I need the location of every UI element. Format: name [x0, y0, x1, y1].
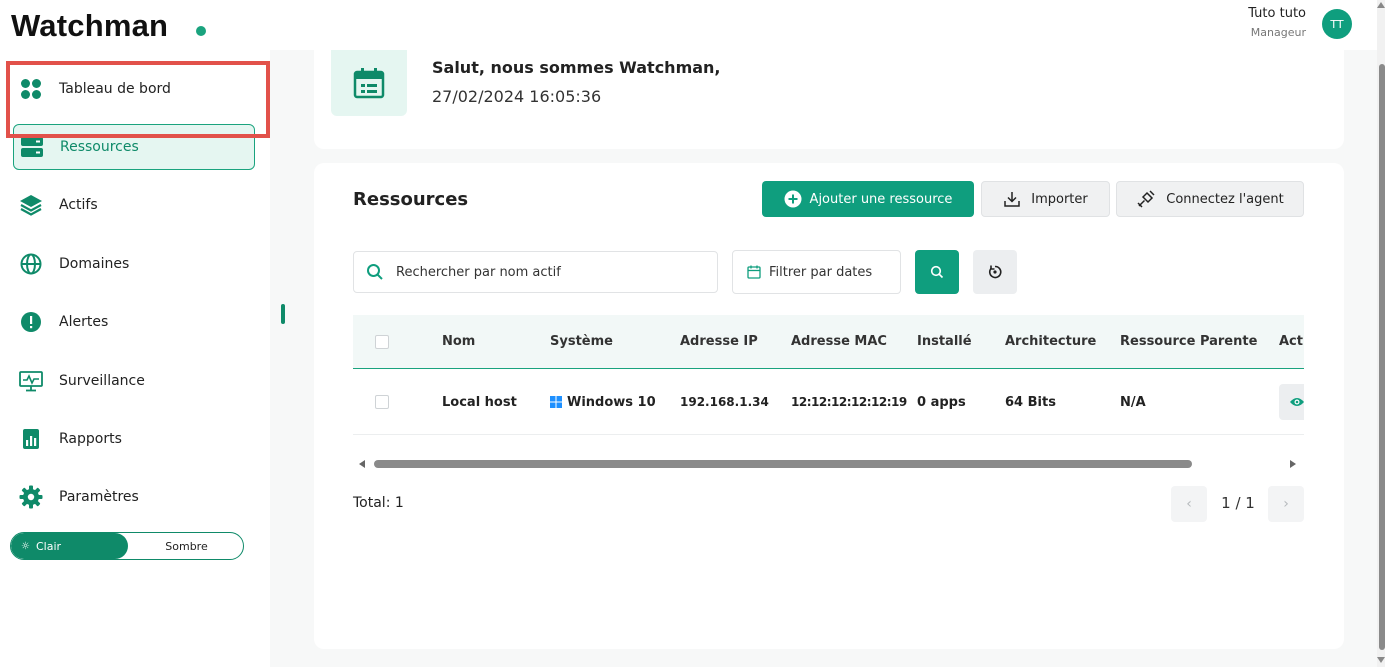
search-placeholder: Rechercher par nom actif [396, 264, 561, 280]
reset-icon [988, 265, 1002, 279]
cell-parent: N/A [1120, 394, 1146, 410]
scroll-up-arrow[interactable] [1377, 2, 1385, 8]
prev-page-button[interactable]: ‹ [1171, 486, 1207, 522]
search-button[interactable] [915, 250, 959, 294]
checkbox[interactable] [375, 334, 389, 349]
page-indicator: 1 / 1 [1221, 494, 1255, 512]
sidebar-item-monitoring[interactable]: Surveillance [13, 358, 255, 404]
windows-icon [550, 396, 562, 408]
row-checkbox[interactable] [375, 370, 389, 434]
sidebar-item-dashboard[interactable]: Tableau de bord [13, 66, 255, 112]
page-scrollbar-thumb[interactable] [1379, 64, 1385, 650]
scroll-left-arrow[interactable] [359, 460, 365, 468]
cell-mac: 12:12:12:12:12:19 [791, 395, 907, 409]
sidebar-item-domains[interactable]: Domaines [13, 241, 255, 287]
system-label: Windows 10 [567, 394, 656, 410]
scroll-down-arrow[interactable] [1377, 657, 1385, 663]
sun-icon: ☼ [21, 540, 30, 552]
search-icon [367, 264, 383, 280]
sidebar-item-label: Ressources [60, 139, 139, 155]
layers-icon [19, 193, 43, 217]
horizontal-scrollbar-thumb[interactable] [374, 460, 1192, 468]
next-page-button[interactable]: › [1268, 486, 1304, 522]
table-header: Nom Système Adresse IP Adresse MAC Insta… [353, 315, 1304, 369]
plus-circle-icon [784, 190, 802, 208]
sidebar-item-label: Domaines [59, 256, 130, 272]
cell-ip: 192.168.1.34 [680, 395, 769, 409]
sidebar-item-label: Surveillance [59, 373, 145, 389]
column-header-architecture[interactable]: Architecture [1005, 315, 1096, 368]
resources-table: Nom Système Adresse IP Adresse MAC Insta… [353, 315, 1304, 436]
reset-button[interactable] [973, 250, 1017, 294]
sidebar-item-settings[interactable]: Paramètres [13, 474, 255, 520]
calendar-small-icon [747, 265, 761, 279]
sidebar-item-label: Paramètres [59, 489, 139, 505]
add-resource-button[interactable]: Ajouter une ressource [762, 181, 974, 217]
column-header-parent[interactable]: Ressource Parente [1120, 315, 1257, 368]
search-icon [930, 265, 944, 279]
theme-toggle[interactable]: ☼ Clair Sombre [10, 532, 244, 560]
total-count: Total: 1 [353, 495, 404, 511]
theme-light-option[interactable]: ☼ Clair [11, 533, 128, 559]
select-all-checkbox[interactable] [375, 315, 389, 368]
greeting-icon-box [331, 50, 407, 116]
column-header-ip[interactable]: Adresse IP [680, 315, 758, 368]
checkbox[interactable] [375, 395, 389, 409]
sidebar-item-label: Tableau de bord [59, 81, 171, 97]
connect-agent-button[interactable]: Connectez l'agent [1116, 181, 1304, 217]
user-name[interactable]: Tuto tuto [1248, 6, 1306, 21]
sidebar-item-alerts[interactable]: Alertes [13, 299, 255, 345]
calendar-icon [353, 68, 385, 99]
greeting-title: Salut, nous sommes Watchman, [432, 58, 721, 77]
date-filter-input[interactable]: Filtrer par dates [732, 250, 901, 294]
alert-icon [19, 310, 43, 334]
monitor-chart-icon [19, 369, 43, 393]
sidebar: Tableau de bord Ressources Actifs Domain… [0, 50, 270, 667]
sidebar-item-assets[interactable]: Actifs [13, 182, 255, 228]
server-icon [20, 135, 44, 159]
avatar[interactable]: TT [1322, 9, 1352, 39]
cell-name[interactable]: Local host [442, 370, 517, 434]
user-role: Manageur [1250, 26, 1306, 39]
view-button[interactable] [1279, 384, 1304, 420]
date-filter-label: Filtrer par dates [769, 264, 873, 280]
theme-dark-option[interactable]: Sombre [128, 533, 243, 559]
table-row[interactable]: Local host Windows 10 192.168.1.34 12:12… [353, 370, 1304, 435]
column-header-system[interactable]: Système [550, 315, 613, 368]
cell-installed-apps[interactable]: 0 apps [917, 370, 966, 434]
sidebar-item-label: Alertes [59, 314, 109, 330]
add-resource-label: Ajouter une ressource [809, 191, 953, 207]
download-icon [1004, 192, 1020, 207]
eye-icon [1290, 398, 1304, 406]
column-header-actions[interactable]: Actions [1279, 315, 1304, 368]
cell-actions [1279, 370, 1304, 434]
plug-icon [1137, 190, 1155, 208]
app-logo[interactable]: Watchman [11, 8, 168, 44]
gear-icon [19, 485, 43, 509]
search-input[interactable]: Rechercher par nom actif [353, 251, 718, 293]
sidebar-item-reports[interactable]: Rapports [13, 416, 255, 462]
column-header-mac[interactable]: Adresse MAC [791, 315, 887, 368]
column-header-installed[interactable]: Installé [917, 315, 972, 368]
top-bar: Watchman Tuto tuto Manageur TT [0, 0, 1385, 50]
cell-system: Windows 10 [550, 370, 656, 434]
greeting-datetime: 27/02/2024 16:05:36 [432, 87, 602, 106]
page-title: Ressources [353, 189, 469, 210]
column-header-name[interactable]: Nom [442, 315, 475, 368]
sidebar-item-label: Rapports [59, 431, 122, 447]
import-label: Importer [1031, 191, 1088, 207]
logo-dot [196, 26, 206, 36]
theme-dark-label: Sombre [165, 539, 208, 553]
sidebar-collapse-handle[interactable] [281, 304, 285, 324]
theme-light-label: Clair [35, 539, 62, 553]
sidebar-item-label: Actifs [59, 197, 98, 213]
dashboard-grid-icon [19, 77, 43, 101]
import-button[interactable]: Importer [981, 181, 1110, 217]
connect-agent-label: Connectez l'agent [1166, 191, 1284, 207]
report-icon [19, 427, 43, 451]
globe-icon [19, 252, 43, 276]
sidebar-item-resources[interactable]: Ressources [13, 124, 255, 170]
scroll-right-arrow[interactable] [1290, 460, 1296, 468]
cell-architecture: 64 Bits [1005, 394, 1056, 410]
